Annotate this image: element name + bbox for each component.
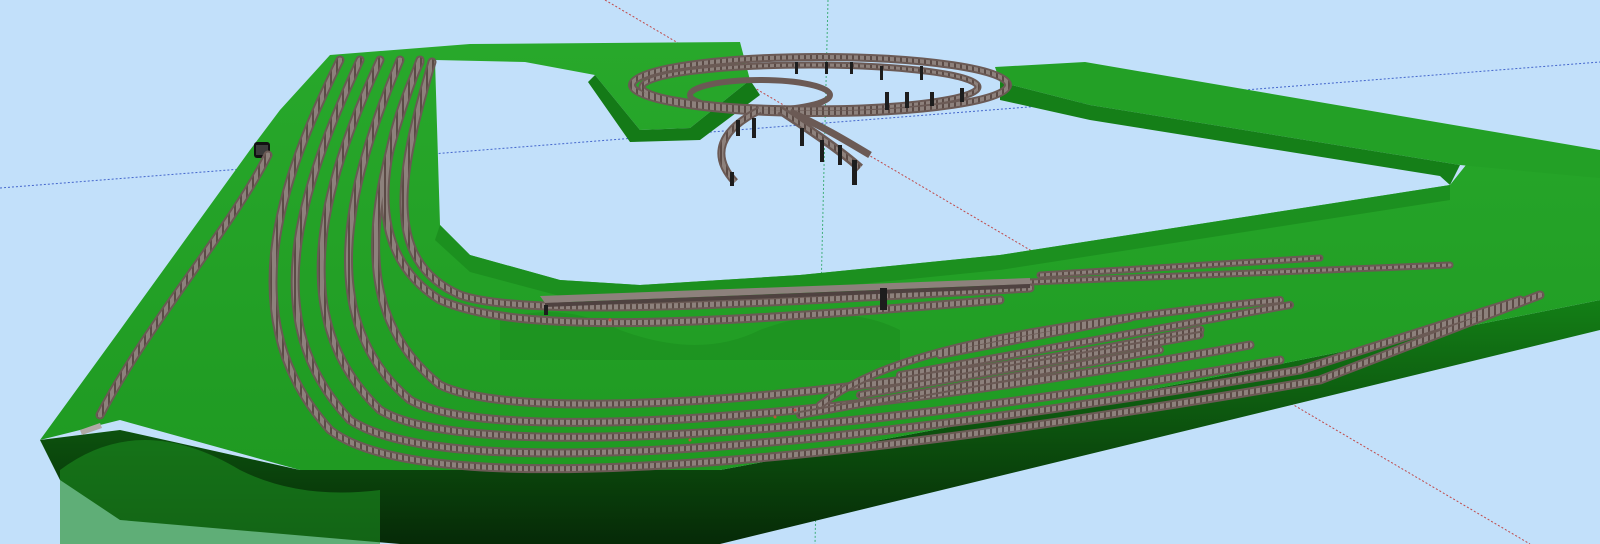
bridge-pier-1	[880, 288, 887, 310]
3d-viewport[interactable]	[0, 0, 1600, 544]
layout-scene[interactable]	[0, 0, 1600, 544]
bridge-pier-2	[544, 305, 548, 315]
terrain-right-strip	[995, 62, 1600, 178]
